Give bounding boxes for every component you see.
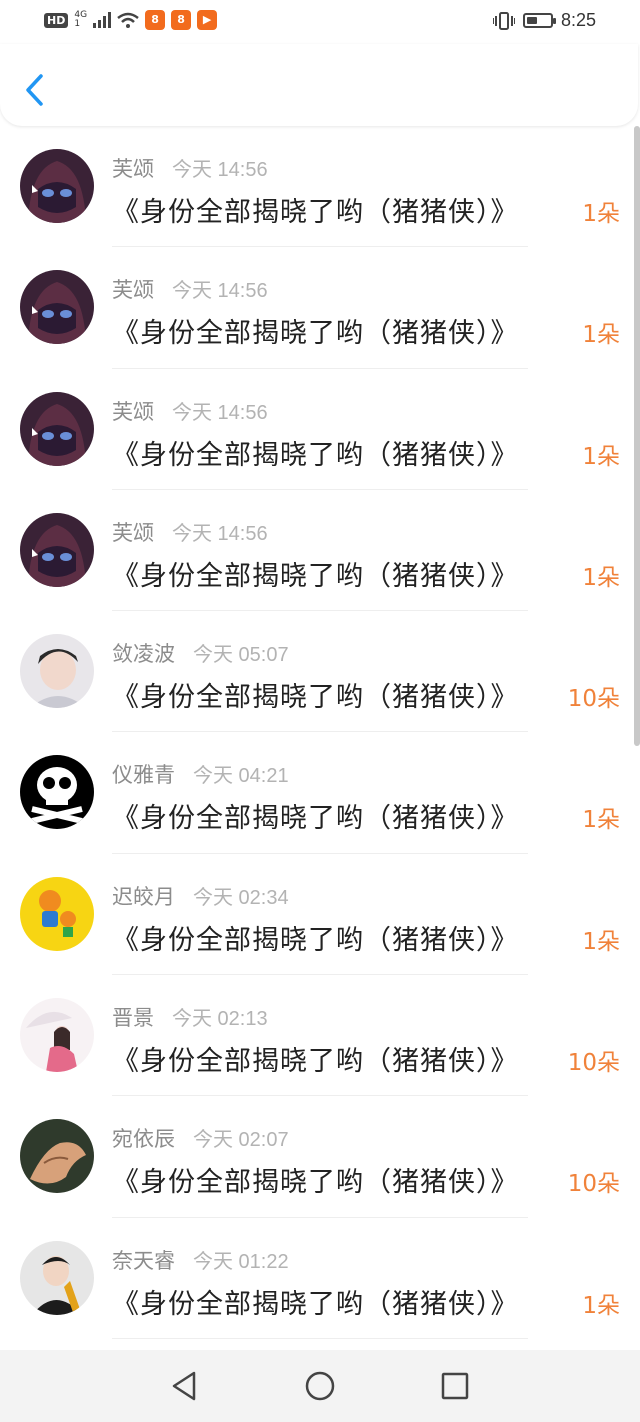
- list-item[interactable]: 敛凌波 今天 05:07 《身份全部揭晓了哟（猪猪侠）》 10朵: [0, 611, 640, 733]
- user-name: 芙颂: [112, 399, 154, 424]
- timestamp: 今天 14:56: [172, 522, 268, 545]
- clock: 8:25: [560, 10, 596, 30]
- avatar[interactable]: [20, 755, 94, 830]
- flower-count: 10朵: [567, 1050, 620, 1077]
- avatar[interactable]: [20, 876, 94, 951]
- avatar[interactable]: [20, 998, 94, 1073]
- meta-line: 芙颂 今天 14:56: [112, 153, 268, 183]
- book-title: 《身份全部揭晓了哟（猪猪侠）》: [112, 318, 519, 350]
- status-right: 8:25: [492, 10, 596, 31]
- app-notification-icon: 8: [145, 10, 166, 30]
- list-item[interactable]: 芙颂 今天 14:56 《身份全部揭晓了哟（猪猪侠）》 1朵: [0, 369, 640, 490]
- user-name: 芙颂: [112, 157, 154, 181]
- flower-count: 10朵: [567, 1171, 620, 1198]
- status-left: HD 4G 1 8 8 ▶: [44, 10, 218, 30]
- list-item[interactable]: 宛依辰 今天 02:07 《身份全部揭晓了哟（猪猪侠）》 10朵: [0, 1096, 640, 1218]
- flower-count: 1朵: [582, 443, 620, 470]
- signal-icon: [93, 12, 112, 28]
- meta-line: 迟皎月 今天 02:34: [112, 881, 289, 911]
- avatar[interactable]: [20, 1119, 94, 1194]
- list-item[interactable]: 芙颂 今天 14:56 《身份全部揭晓了哟（猪猪侠）》 1朵: [0, 126, 640, 248]
- book-title: 《身份全部揭晓了哟（猪猪侠）》: [112, 560, 519, 592]
- user-name: 芙颂: [112, 520, 154, 545]
- user-name: 晋景: [112, 1006, 154, 1031]
- timestamp: 今天 02:34: [193, 886, 289, 909]
- book-title: 《身份全部揭晓了哟（猪猪侠）》: [112, 682, 519, 714]
- vibrate-icon: [492, 11, 515, 30]
- divider: [112, 1337, 528, 1339]
- user-name: 奈天睿: [112, 1248, 175, 1273]
- network-type: 4G 1: [74, 11, 87, 29]
- chevron-left-icon[interactable]: [22, 72, 48, 108]
- timestamp: 今天 05:07: [193, 644, 289, 667]
- list-item[interactable]: 奈天睿 今天 01:22 《身份全部揭晓了哟（猪猪侠）》 1朵: [0, 1218, 640, 1339]
- status-bar: HD 4G 1 8 8 ▶ 8:25: [0, 0, 640, 44]
- home-circle-icon[interactable]: [302, 1368, 338, 1404]
- top-header: [0, 44, 638, 126]
- meta-line: 奈天睿 今天 01:22: [112, 1245, 289, 1275]
- avatar[interactable]: [20, 634, 94, 709]
- timestamp: 今天 14:56: [172, 401, 268, 424]
- user-name: 迟皎月: [112, 884, 175, 909]
- network-sim-label: 1: [74, 19, 81, 29]
- app-notification-icon-2: 8: [171, 10, 192, 30]
- flower-count: 1朵: [582, 201, 620, 227]
- wifi-icon: [117, 12, 139, 28]
- list-item[interactable]: 晋景 今天 02:13 《身份全部揭晓了哟（猪猪侠）》 10朵: [0, 975, 640, 1097]
- user-name: 敛凌波: [112, 642, 175, 667]
- book-title: 《身份全部揭晓了哟（猪猪侠）》: [112, 1046, 519, 1078]
- timestamp: 今天 02:07: [193, 1129, 289, 1152]
- book-title: 《身份全部揭晓了哟（猪猪侠）》: [112, 439, 519, 471]
- list-item[interactable]: 仪雅青 今天 04:21 《身份全部揭晓了哟（猪猪侠）》 1朵: [0, 732, 640, 854]
- avatar[interactable]: [20, 149, 94, 223]
- user-name: 宛依辰: [112, 1127, 175, 1152]
- timestamp: 今天 04:21: [193, 765, 289, 788]
- book-title: 《身份全部揭晓了哟（猪猪侠）》: [112, 803, 519, 835]
- timestamp: 今天 01:22: [193, 1250, 289, 1273]
- scrollbar[interactable]: [634, 126, 640, 746]
- timestamp: 今天 14:56: [172, 280, 268, 303]
- meta-line: 芙颂 今天 14:56: [112, 396, 268, 426]
- flower-count: 10朵: [567, 686, 620, 713]
- battery-icon: [522, 13, 556, 28]
- recents-square-icon[interactable]: [437, 1368, 473, 1404]
- user-name: 仪雅青: [112, 763, 175, 788]
- meta-line: 晋景 今天 02:13: [112, 1002, 268, 1032]
- book-title: 《身份全部揭晓了哟（猪猪侠）》: [112, 197, 519, 228]
- book-title: 《身份全部揭晓了哟（猪猪侠）》: [112, 1288, 519, 1320]
- flower-count: 1朵: [582, 1292, 620, 1319]
- timestamp: 今天 02:13: [172, 1008, 268, 1031]
- timestamp: 今天 14:56: [172, 159, 268, 181]
- avatar[interactable]: [20, 1240, 94, 1315]
- back-triangle-icon[interactable]: [166, 1368, 202, 1404]
- list-item[interactable]: 迟皎月 今天 02:34 《身份全部揭晓了哟（猪猪侠）》 1朵: [0, 854, 640, 976]
- gift-list: 芙颂 今天 14:56 《身份全部揭晓了哟（猪猪侠）》 1朵 芙颂 今天 14:56 《身份…: [0, 126, 640, 1350]
- avatar[interactable]: [20, 512, 94, 587]
- list-item[interactable]: 芙颂 今天 14:56 《身份全部揭晓了哟（猪猪侠）》 1朵: [0, 490, 640, 612]
- flower-count: 1朵: [582, 322, 620, 349]
- flower-count: 1朵: [582, 807, 620, 834]
- hd-badge: HD: [44, 12, 69, 28]
- video-app-icon: ▶: [197, 10, 218, 30]
- user-name: 芙颂: [112, 278, 154, 303]
- meta-line: 敛凌波 今天 05:07: [112, 638, 289, 668]
- flower-count: 1朵: [582, 564, 620, 591]
- avatar[interactable]: [20, 270, 94, 345]
- meta-line: 芙颂 今天 14:56: [112, 274, 268, 304]
- meta-line: 宛依辰 今天 02:07: [112, 1123, 289, 1153]
- flower-count: 1朵: [582, 928, 620, 955]
- list-item[interactable]: 芙颂 今天 14:56 《身份全部揭晓了哟（猪猪侠）》 1朵: [0, 247, 640, 369]
- meta-line: 仪雅青 今天 04:21: [112, 759, 289, 789]
- system-nav-bar: [0, 1350, 640, 1422]
- book-title: 《身份全部揭晓了哟（猪猪侠）》: [112, 1167, 519, 1199]
- battery-level: [526, 17, 537, 24]
- book-title: 《身份全部揭晓了哟（猪猪侠）》: [112, 924, 519, 956]
- meta-line: 芙颂 今天 14:56: [112, 517, 268, 547]
- avatar[interactable]: [20, 391, 94, 466]
